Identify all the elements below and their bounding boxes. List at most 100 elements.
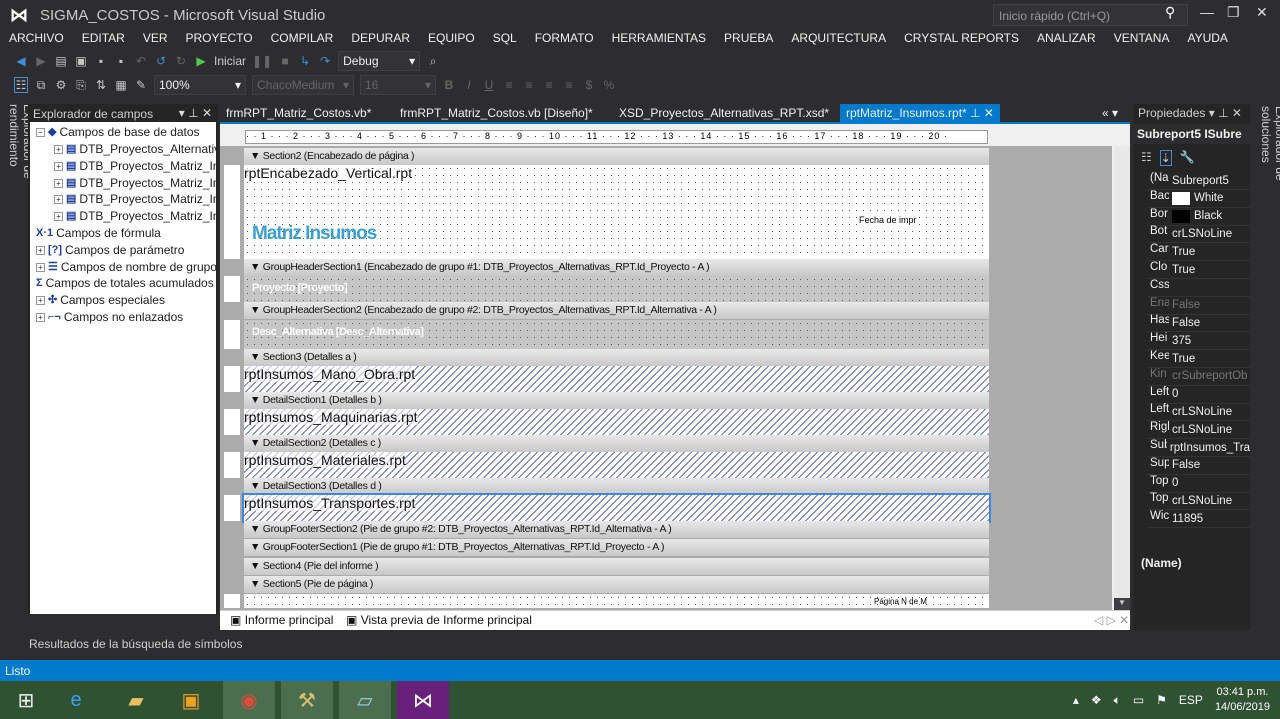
property-value[interactable]: crLSNoLine (1169, 403, 1232, 420)
section-body[interactable]: rptInsumos_Maquinarias.rpt (244, 409, 989, 435)
project-field[interactable]: Proyecto [Proyecto] (252, 282, 348, 294)
expand-icon[interactable]: + (54, 161, 63, 171)
notepad-app-icon[interactable]: ▱ (339, 681, 391, 719)
property-value[interactable]: 11895 (1169, 510, 1203, 527)
section-header[interactable]: ▼ DetailSection1 (Detalles b ) (244, 392, 989, 409)
menu-item-compilar[interactable]: COMPILAR (262, 30, 343, 48)
new-project-icon[interactable]: ▤ (54, 54, 68, 68)
collapse-arrow-icon[interactable]: ▼ (250, 541, 263, 553)
property-row[interactable]: Clo True (1147, 261, 1250, 279)
search-icon[interactable]: ⚲ (1165, 4, 1175, 21)
menu-item-ver[interactable]: VER (134, 30, 177, 48)
tree-table[interactable]: +▤DTB_Proyectos_Alternativas (54, 141, 216, 158)
expand-icon[interactable]: + (54, 145, 63, 154)
tree-group[interactable]: Σ Campos de totales acumulados (36, 275, 214, 292)
menu-item-analizar[interactable]: ANALIZAR (1028, 30, 1105, 48)
language-indicator[interactable]: ESP (1179, 693, 1203, 707)
volume-icon[interactable]: 🔈︎ (1114, 693, 1121, 708)
alternative-field[interactable]: Desc_Alternativa [Desc_Alternativa] (252, 326, 424, 338)
performance-explorer-tab[interactable]: Explorador de rendimiento (0, 100, 35, 240)
property-pages-icon[interactable]: 🔧 (1180, 150, 1195, 166)
property-row[interactable]: Top crLSNoLine (1147, 492, 1250, 511)
property-value[interactable]: 375 (1169, 332, 1191, 349)
property-value[interactable]: crLSNoLine (1169, 421, 1232, 438)
minimize-button[interactable]: — (1200, 4, 1214, 20)
undo-icon[interactable]: ↺ (154, 54, 168, 68)
menu-item-ayuda[interactable]: AYUDA (1178, 30, 1236, 48)
undo-icon[interactable]: ↶ (134, 54, 148, 68)
quick-launch-input[interactable]: Inicio rápido (Ctrl+Q) (993, 4, 1188, 26)
collapse-arrow-icon[interactable]: ▼ (250, 523, 263, 535)
toggle-field-view-icon[interactable]: ☷ (14, 77, 28, 93)
property-row[interactable]: (Na Subreport5 (1147, 172, 1250, 190)
property-value[interactable]: True (1169, 261, 1195, 278)
section-header[interactable]: ▼ Section4 (Pie del informe ) (244, 558, 989, 575)
report-title-text[interactable]: Matriz Insumos (252, 223, 377, 245)
section-body[interactable]: Proyecto [Proyecto] (244, 276, 989, 302)
property-value[interactable]: 0 (1169, 475, 1178, 492)
menu-item-prueba[interactable]: PRUEBA (715, 30, 782, 48)
property-value[interactable] (1169, 279, 1172, 296)
outlook-icon[interactable]: ▣ (165, 681, 217, 719)
section-body[interactable]: rptEncabezado_Vertical.rpt Fecha de impr M… (244, 165, 989, 259)
play-icon[interactable]: ▶ (194, 54, 208, 68)
menu-item-editar[interactable]: EDITAR (73, 30, 134, 48)
alphabetical-icon[interactable]: ⇣ (1159, 150, 1172, 166)
property-row[interactable]: Ena False (1147, 297, 1250, 315)
symbol-results-tab[interactable]: Resultados de la búsqueda de símbolos (29, 637, 242, 651)
back-icon[interactable]: ◀ (14, 54, 28, 68)
chart-icon[interactable]: ▦ (114, 78, 128, 92)
insert-box-icon[interactable]: ⧉ (34, 78, 48, 93)
tree-group[interactable]: + ✣ Campos especiales (36, 292, 165, 309)
start-button[interactable]: Iniciar (214, 54, 246, 68)
collapse-arrow-icon[interactable]: ▼ (250, 480, 263, 492)
chrome-icon[interactable]: ◉ (223, 681, 275, 719)
tab-report[interactable]: rptMatriz_Insumos.rpt* ⊥ ✕ (840, 104, 1000, 122)
close-icon[interactable]: ✕ (984, 106, 994, 120)
pin-icon[interactable]: ⊥ (188, 106, 198, 120)
internet-explorer-icon[interactable]: e (50, 681, 102, 719)
tab-nav-icons[interactable]: ◁ ▷ ✕ (1094, 613, 1129, 627)
insert-subreport-icon[interactable]: ⎘ (74, 78, 88, 93)
start-windows-icon[interactable]: ⊞ (0, 681, 52, 719)
tree-table[interactable]: +▤DTB_Proyectos_Matriz_Insu (54, 191, 216, 208)
expand-icon[interactable]: + (54, 178, 63, 188)
tools-app-icon[interactable]: ⚒ (281, 681, 333, 719)
insert-group-icon[interactable]: ⚙ (54, 78, 68, 92)
menu-item-equipo[interactable]: EQUIPO (419, 30, 484, 48)
font-select[interactable]: ChacoMedium ▾ (252, 75, 354, 95)
property-value[interactable]: Subreport5 (1169, 172, 1229, 189)
property-row[interactable]: Hei 375 (1147, 332, 1250, 351)
close-icon[interactable]: ✕ (1232, 106, 1242, 120)
open-icon[interactable]: ▣ (74, 54, 88, 68)
subreport-object[interactable]: rptInsumos_Materiales.rpt (244, 452, 406, 468)
tree-table[interactable]: +▤DTB_Proyectos_Matriz_Insu (54, 158, 216, 175)
tab-xsd[interactable]: XSD_Proyectos_Alternativas_RPT.xsd* (613, 104, 835, 122)
collapse-arrow-icon[interactable]: ▼ (250, 351, 263, 363)
tab-overflow-icon[interactable]: « ▾ (1096, 104, 1124, 122)
menu-item-formato[interactable]: FORMATO (526, 30, 603, 48)
vertical-scrollbar[interactable]: ▼ (1114, 146, 1130, 612)
property-row[interactable]: Car True (1147, 243, 1250, 262)
menu-item-proyecto[interactable]: PROYECTO (177, 30, 262, 48)
collapse-arrow-icon[interactable]: ▼ (250, 150, 263, 162)
menu-item-ventana[interactable]: VENTANA (1105, 30, 1179, 48)
property-row[interactable]: Wic 11895 (1147, 510, 1250, 529)
property-row[interactable]: Left 0 (1147, 386, 1250, 404)
bold-icon[interactable]: B (442, 78, 456, 92)
align-center-icon[interactable]: ≡ (522, 78, 536, 92)
property-row[interactable]: Kin crSubreportOb (1147, 368, 1250, 386)
configuration-select[interactable]: Debug ▾ (338, 51, 421, 71)
property-row[interactable]: Bac White (1147, 190, 1250, 208)
property-row[interactable]: Css (1147, 279, 1250, 297)
dropbox-icon[interactable]: ❖ (1091, 693, 1102, 707)
section-header[interactable]: ▼ DetailSection2 (Detalles c ) (244, 435, 989, 452)
section-body[interactable]: Página N de M (244, 594, 989, 608)
expand-icon[interactable]: + (54, 195, 63, 205)
subreport-object[interactable]: rptInsumos_Maquinarias.rpt (244, 409, 418, 425)
visual-studio-taskbar-icon[interactable]: ⋈ (397, 681, 449, 719)
align-right-icon[interactable]: ≡ (542, 78, 556, 92)
section-header[interactable]: ▼ GroupFooterSection1 (Pie de grupo #1: … (244, 539, 989, 556)
pin-icon[interactable]: ⊥ (970, 106, 980, 120)
header-subreport-object[interactable]: rptEncabezado_Vertical.rpt (244, 165, 413, 181)
